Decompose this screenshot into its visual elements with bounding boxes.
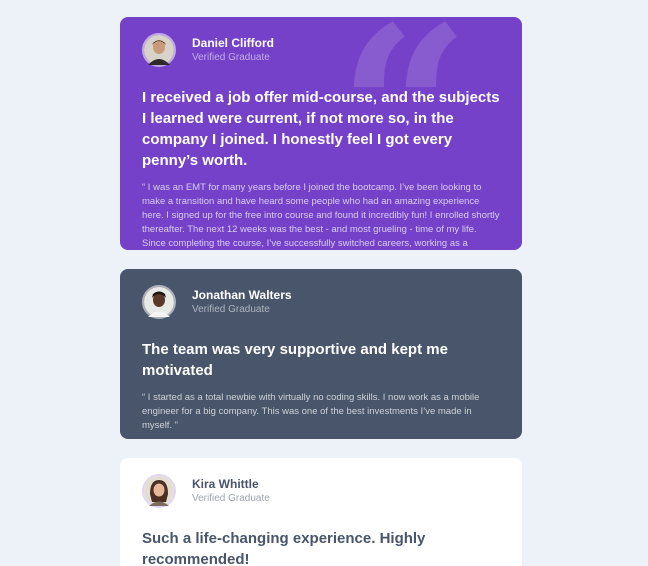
testimonial-body: “ I started as a total newbie with virtu… <box>142 392 480 431</box>
testimonial-headline: The team was very supportive and kept me… <box>142 341 448 379</box>
author-name: Daniel Clifford <box>192 35 275 50</box>
avatar-jonathan-icon <box>144 287 174 317</box>
avatar <box>142 474 176 508</box>
testimonial-card-kira: Kira Whittle Verified Graduate Such a li… <box>120 458 522 566</box>
author-name: Jonathan Walters <box>192 287 292 302</box>
author-name: Kira Whittle <box>192 476 259 491</box>
testimonial-author: Jonathan Walters Verified Graduate <box>142 285 500 319</box>
author-role: Verified Graduate <box>192 303 270 315</box>
testimonial-author: Kira Whittle Verified Graduate <box>142 474 500 508</box>
testimonials-grid: “ Daniel Clifford Verified Graduate I re… <box>0 0 648 566</box>
avatar-daniel-icon <box>144 35 174 65</box>
testimonial-headline: Such a life-changing experience. Highly … <box>142 530 426 566</box>
avatar <box>142 33 176 67</box>
testimonial-card-daniel: “ Daniel Clifford Verified Graduate I re… <box>120 17 522 250</box>
author-role: Verified Graduate <box>192 492 270 504</box>
testimonial-card-jonathan: Jonathan Walters Verified Graduate The t… <box>120 269 522 439</box>
avatar-kira-icon <box>144 476 174 506</box>
author-role: Verified Graduate <box>192 51 270 63</box>
testimonial-body: “ I was an EMT for many years before I j… <box>142 182 500 249</box>
avatar <box>142 285 176 319</box>
testimonial-author: Daniel Clifford Verified Graduate <box>142 33 500 67</box>
testimonial-headline: I received a job offer mid-course, and t… <box>142 89 500 169</box>
